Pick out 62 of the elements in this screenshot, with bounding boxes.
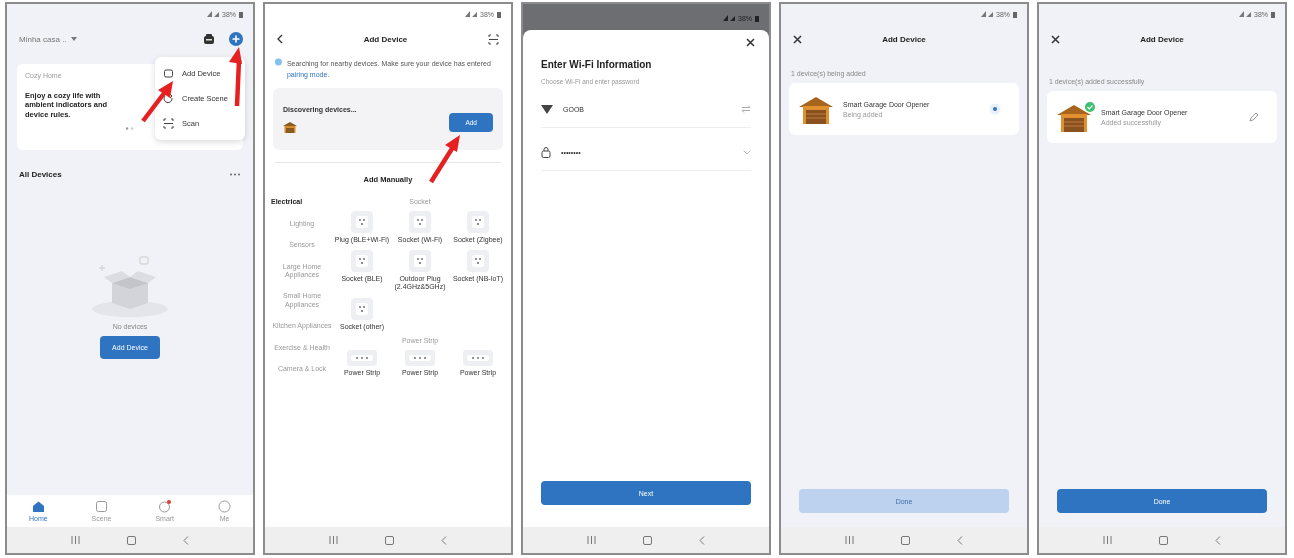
annotation-arrow bbox=[141, 81, 173, 123]
scan-icon[interactable] bbox=[488, 33, 499, 45]
signal-icon bbox=[723, 15, 735, 21]
screen-title: Add Device bbox=[363, 34, 408, 44]
close-icon[interactable] bbox=[746, 38, 755, 47]
info-icon bbox=[275, 58, 282, 66]
close-icon[interactable] bbox=[1051, 34, 1060, 44]
home-icon bbox=[31, 500, 45, 513]
socket-icon bbox=[351, 211, 373, 234]
home-icon[interactable] bbox=[127, 535, 136, 545]
socket-icon bbox=[351, 297, 373, 320]
socket-icon bbox=[351, 250, 373, 273]
section-title: All Devices bbox=[19, 170, 62, 179]
close-icon[interactable] bbox=[793, 34, 802, 44]
annotation-arrow bbox=[429, 135, 460, 184]
socket-icon bbox=[467, 250, 489, 273]
recents-icon[interactable] bbox=[1102, 536, 1112, 544]
sheet-title: Enter Wi-Fi Information bbox=[541, 59, 653, 70]
recents-icon[interactable] bbox=[844, 536, 854, 544]
lock-icon bbox=[541, 146, 551, 158]
signal-icon bbox=[981, 11, 993, 17]
profile-icon bbox=[218, 500, 231, 513]
add-icon[interactable] bbox=[229, 32, 243, 46]
battery-icon bbox=[1013, 10, 1017, 18]
device-icon bbox=[163, 68, 174, 79]
screen-title: Add Device bbox=[1140, 34, 1184, 44]
wifi-icon bbox=[541, 104, 553, 114]
battery-icon bbox=[1271, 10, 1275, 18]
socket-icon bbox=[467, 211, 489, 234]
socket-icon bbox=[409, 211, 431, 234]
signal-icon bbox=[1239, 11, 1251, 17]
back-icon[interactable] bbox=[277, 34, 283, 44]
power-strip-icon bbox=[405, 349, 435, 366]
signal-icon bbox=[465, 11, 477, 17]
scan-icon bbox=[163, 118, 174, 129]
home-icon[interactable] bbox=[385, 535, 394, 545]
home-icon[interactable] bbox=[643, 535, 652, 545]
smart-icon bbox=[158, 500, 172, 513]
socket-icon bbox=[409, 250, 431, 273]
scene-icon bbox=[95, 500, 108, 513]
signal-icon bbox=[207, 11, 219, 17]
recents-icon[interactable] bbox=[70, 536, 80, 544]
home-selector[interactable]: Minha casa .. bbox=[19, 34, 77, 44]
annotation-arrow bbox=[229, 47, 242, 107]
power-strip-icon bbox=[347, 349, 377, 366]
recents-icon[interactable] bbox=[586, 536, 596, 544]
battery-icon bbox=[239, 10, 243, 18]
more-icon[interactable] bbox=[229, 173, 241, 176]
home-icon[interactable] bbox=[901, 535, 910, 545]
home-icon[interactable] bbox=[1159, 535, 1168, 545]
swap-icon[interactable] bbox=[741, 105, 751, 113]
edit-icon[interactable] bbox=[1249, 112, 1259, 122]
battery-icon bbox=[497, 10, 501, 18]
power-strip-icon bbox=[463, 349, 493, 366]
pager-dots-icon bbox=[125, 127, 135, 131]
caret-icon bbox=[70, 37, 77, 41]
battery-icon bbox=[755, 14, 759, 22]
scene-icon bbox=[163, 93, 174, 104]
garage-icon bbox=[283, 120, 297, 133]
screen-title: Add Device bbox=[882, 34, 926, 44]
loading-icon bbox=[989, 103, 1001, 115]
recents-icon[interactable] bbox=[328, 536, 338, 544]
